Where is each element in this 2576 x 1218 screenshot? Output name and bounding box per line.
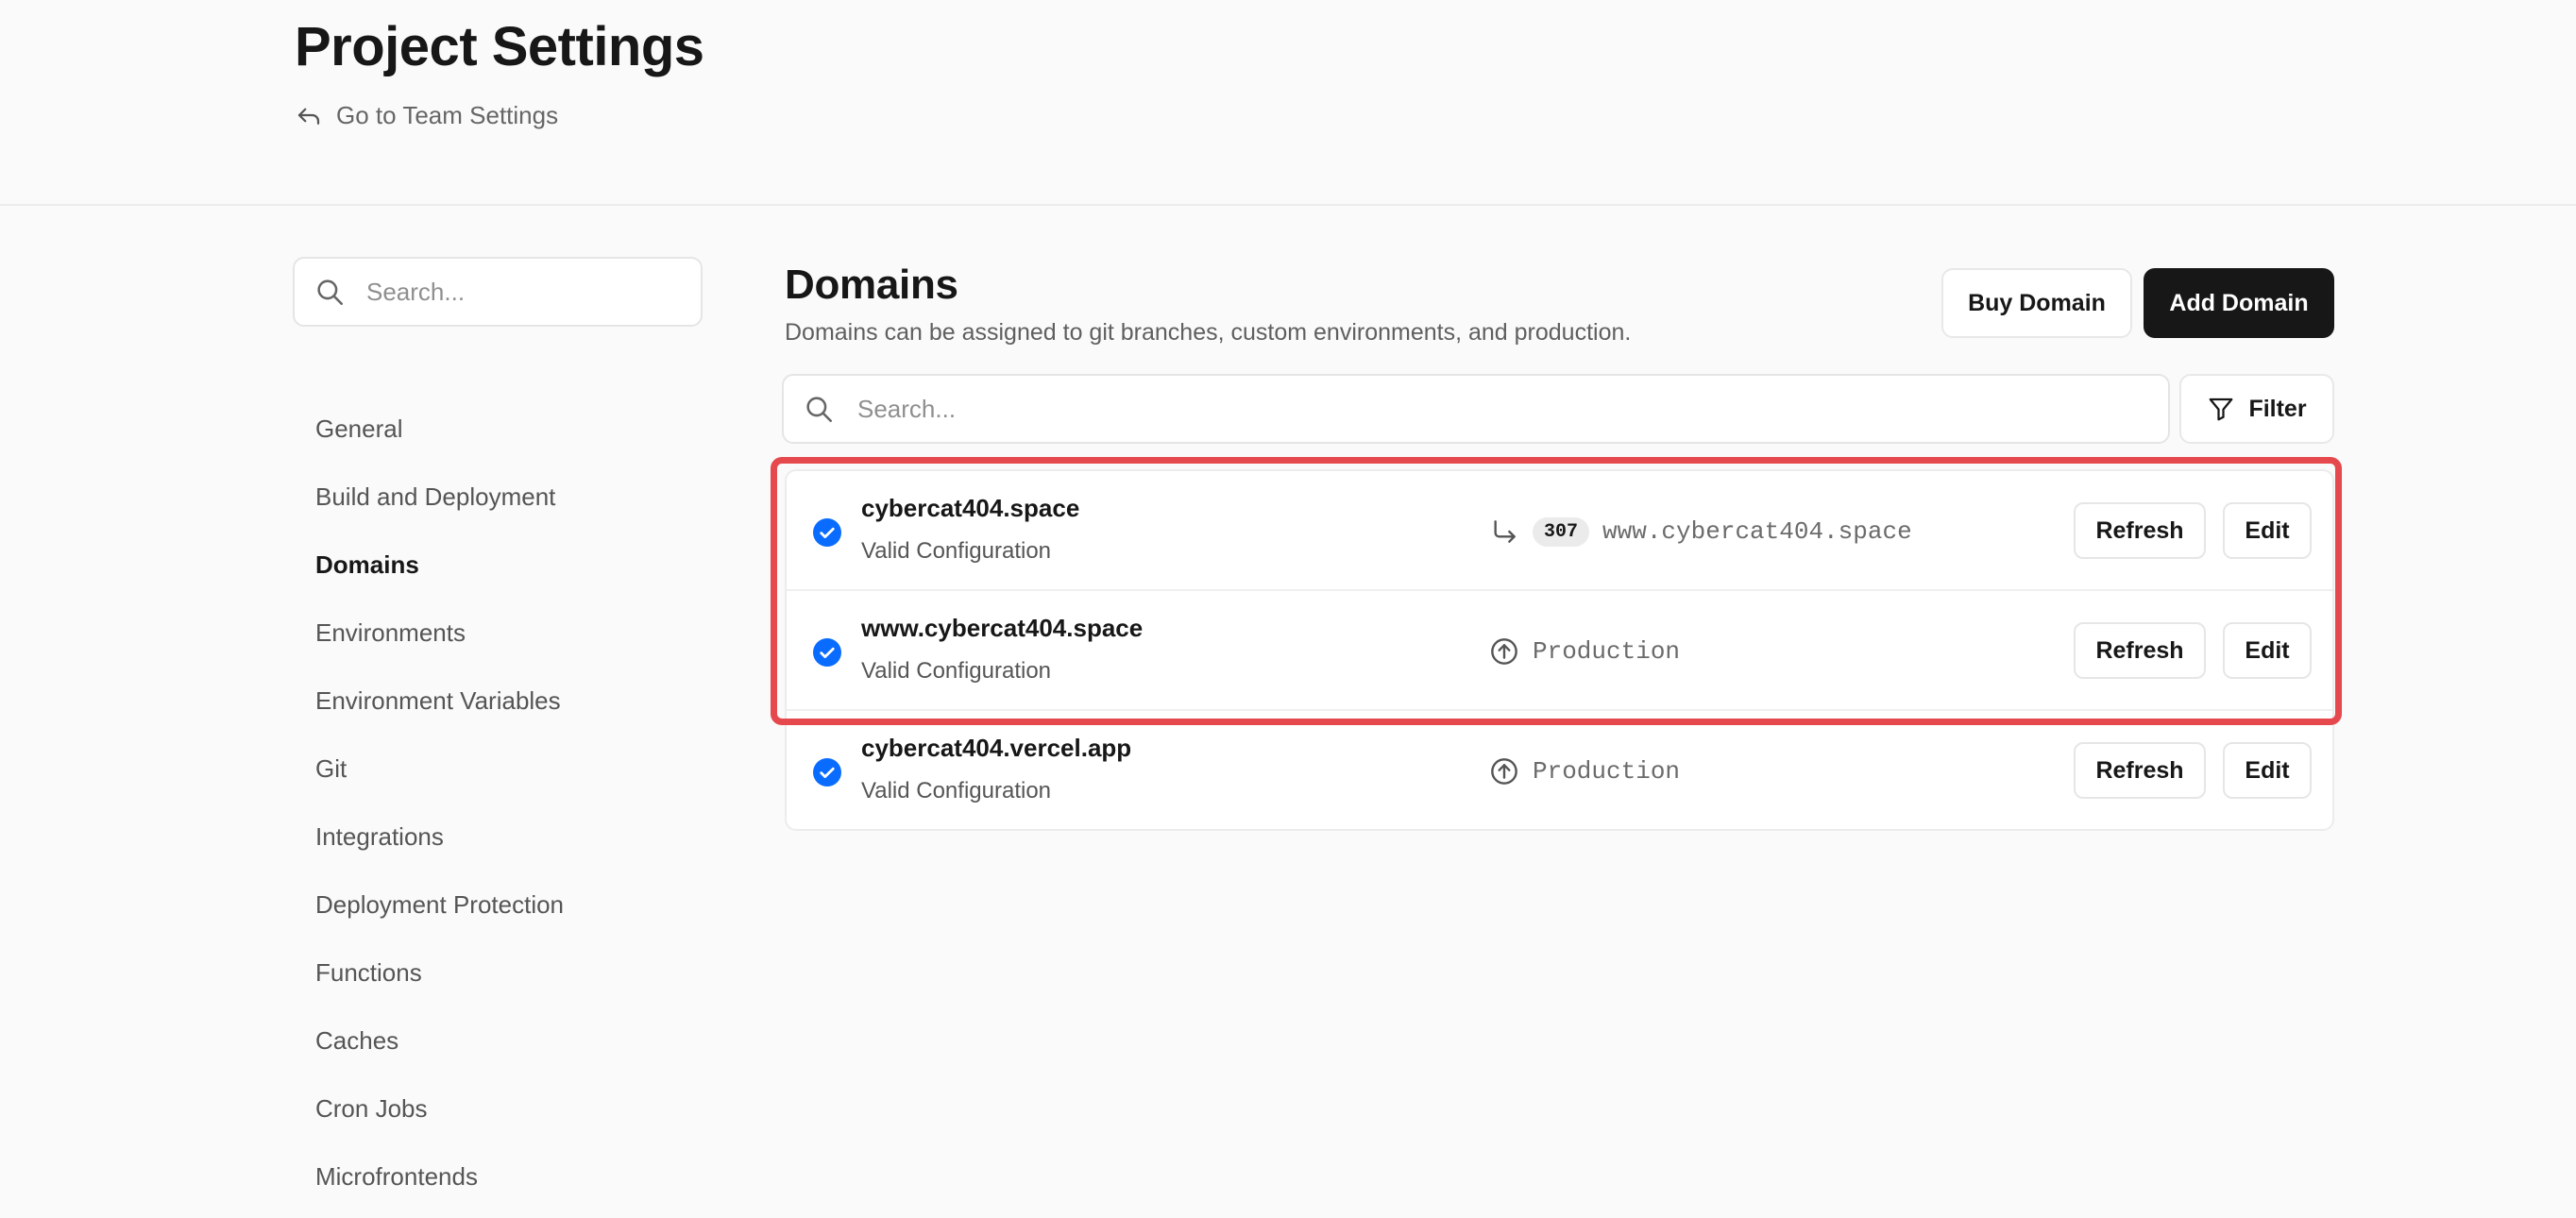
domain-list: cybercat404.space Valid Configuration 30… xyxy=(785,469,2334,831)
domain-search-input[interactable] xyxy=(856,393,2087,425)
domain-name[interactable]: www.cybercat404.space xyxy=(861,612,1143,644)
domains-title: Domains xyxy=(785,262,958,308)
domain-name[interactable]: cybercat404.vercel.app xyxy=(861,732,1131,764)
sidebar-item-environments[interactable]: Environments xyxy=(315,606,564,674)
edit-button[interactable]: Edit xyxy=(2223,742,2312,799)
domain-target: Production xyxy=(1489,753,1680,790)
valid-check-icon xyxy=(813,638,841,667)
domain-target: Production xyxy=(1489,633,1680,670)
sidebar-search-input[interactable] xyxy=(364,276,680,308)
refresh-button[interactable]: Refresh xyxy=(2074,742,2206,799)
domains-description: Domains can be assigned to git branches,… xyxy=(785,319,1632,346)
add-domain-button[interactable]: Add Domain xyxy=(2144,268,2334,338)
sidebar-item-integrations[interactable]: Integrations xyxy=(315,810,564,878)
domain-row: www.cybercat404.space Valid Configuratio… xyxy=(787,591,2332,711)
sidebar-item-domains[interactable]: Domains xyxy=(315,538,564,606)
production-arrow-up-icon xyxy=(1491,638,1517,665)
sidebar-item-deployment-protection[interactable]: Deployment Protection xyxy=(315,878,564,946)
refresh-button[interactable]: Refresh xyxy=(2074,622,2206,679)
redirect-arrow-icon xyxy=(1494,520,1516,543)
refresh-button[interactable]: Refresh xyxy=(2074,502,2206,559)
redirect-target: www.cybercat404.space xyxy=(1602,517,1912,546)
search-icon xyxy=(317,279,344,306)
domain-status: Valid Configuration xyxy=(861,658,1052,684)
valid-check-icon xyxy=(813,518,841,547)
sidebar-item-functions[interactable]: Functions xyxy=(315,946,564,1014)
sidebar-item-build-and-deployment[interactable]: Build and Deployment xyxy=(315,470,564,538)
domain-status: Valid Configuration xyxy=(861,778,1052,804)
sidebar-item-caches[interactable]: Caches xyxy=(315,1014,564,1082)
domain-row: cybercat404.vercel.app Valid Configurati… xyxy=(787,711,2332,829)
edit-button[interactable]: Edit xyxy=(2223,502,2312,559)
domain-name[interactable]: cybercat404.space xyxy=(861,492,1079,524)
redirect-code-badge: 307 xyxy=(1533,516,1590,547)
buy-domain-button[interactable]: Buy Domain xyxy=(1941,268,2132,338)
sidebar-item-microfrontends[interactable]: Microfrontends xyxy=(315,1150,564,1218)
back-arrow-icon xyxy=(297,108,320,125)
domain-row: cybercat404.space Valid Configuration 30… xyxy=(787,471,2332,591)
sidebar-search-box[interactable] xyxy=(293,257,703,327)
back-link-label: Go to Team Settings xyxy=(336,100,559,129)
domain-search-box[interactable] xyxy=(782,374,2170,444)
domain-status: Valid Configuration xyxy=(861,538,1052,564)
valid-check-icon xyxy=(813,758,841,787)
search-icon xyxy=(806,397,833,423)
sidebar-item-general[interactable]: General xyxy=(315,402,564,470)
go-to-team-settings-link[interactable]: Go to Team Settings xyxy=(295,94,558,136)
production-label: Production xyxy=(1533,757,1681,786)
page-title: Project Settings xyxy=(295,16,704,77)
header-divider xyxy=(0,204,2576,206)
domain-target: 307 www.cybercat404.space xyxy=(1489,513,1912,550)
sidebar-item-environment-variables[interactable]: Environment Variables xyxy=(315,674,564,742)
filter-button[interactable]: Filter xyxy=(2179,374,2334,444)
production-label: Production xyxy=(1533,637,1681,666)
edit-button[interactable]: Edit xyxy=(2223,622,2312,679)
filter-label: Filter xyxy=(2248,395,2307,422)
production-arrow-up-icon xyxy=(1491,758,1517,785)
filter-icon xyxy=(2210,398,2233,421)
sidebar-nav: General Build and Deployment Domains Env… xyxy=(315,402,564,1218)
sidebar-item-cron-jobs[interactable]: Cron Jobs xyxy=(315,1082,564,1150)
sidebar-item-git[interactable]: Git xyxy=(315,742,564,810)
